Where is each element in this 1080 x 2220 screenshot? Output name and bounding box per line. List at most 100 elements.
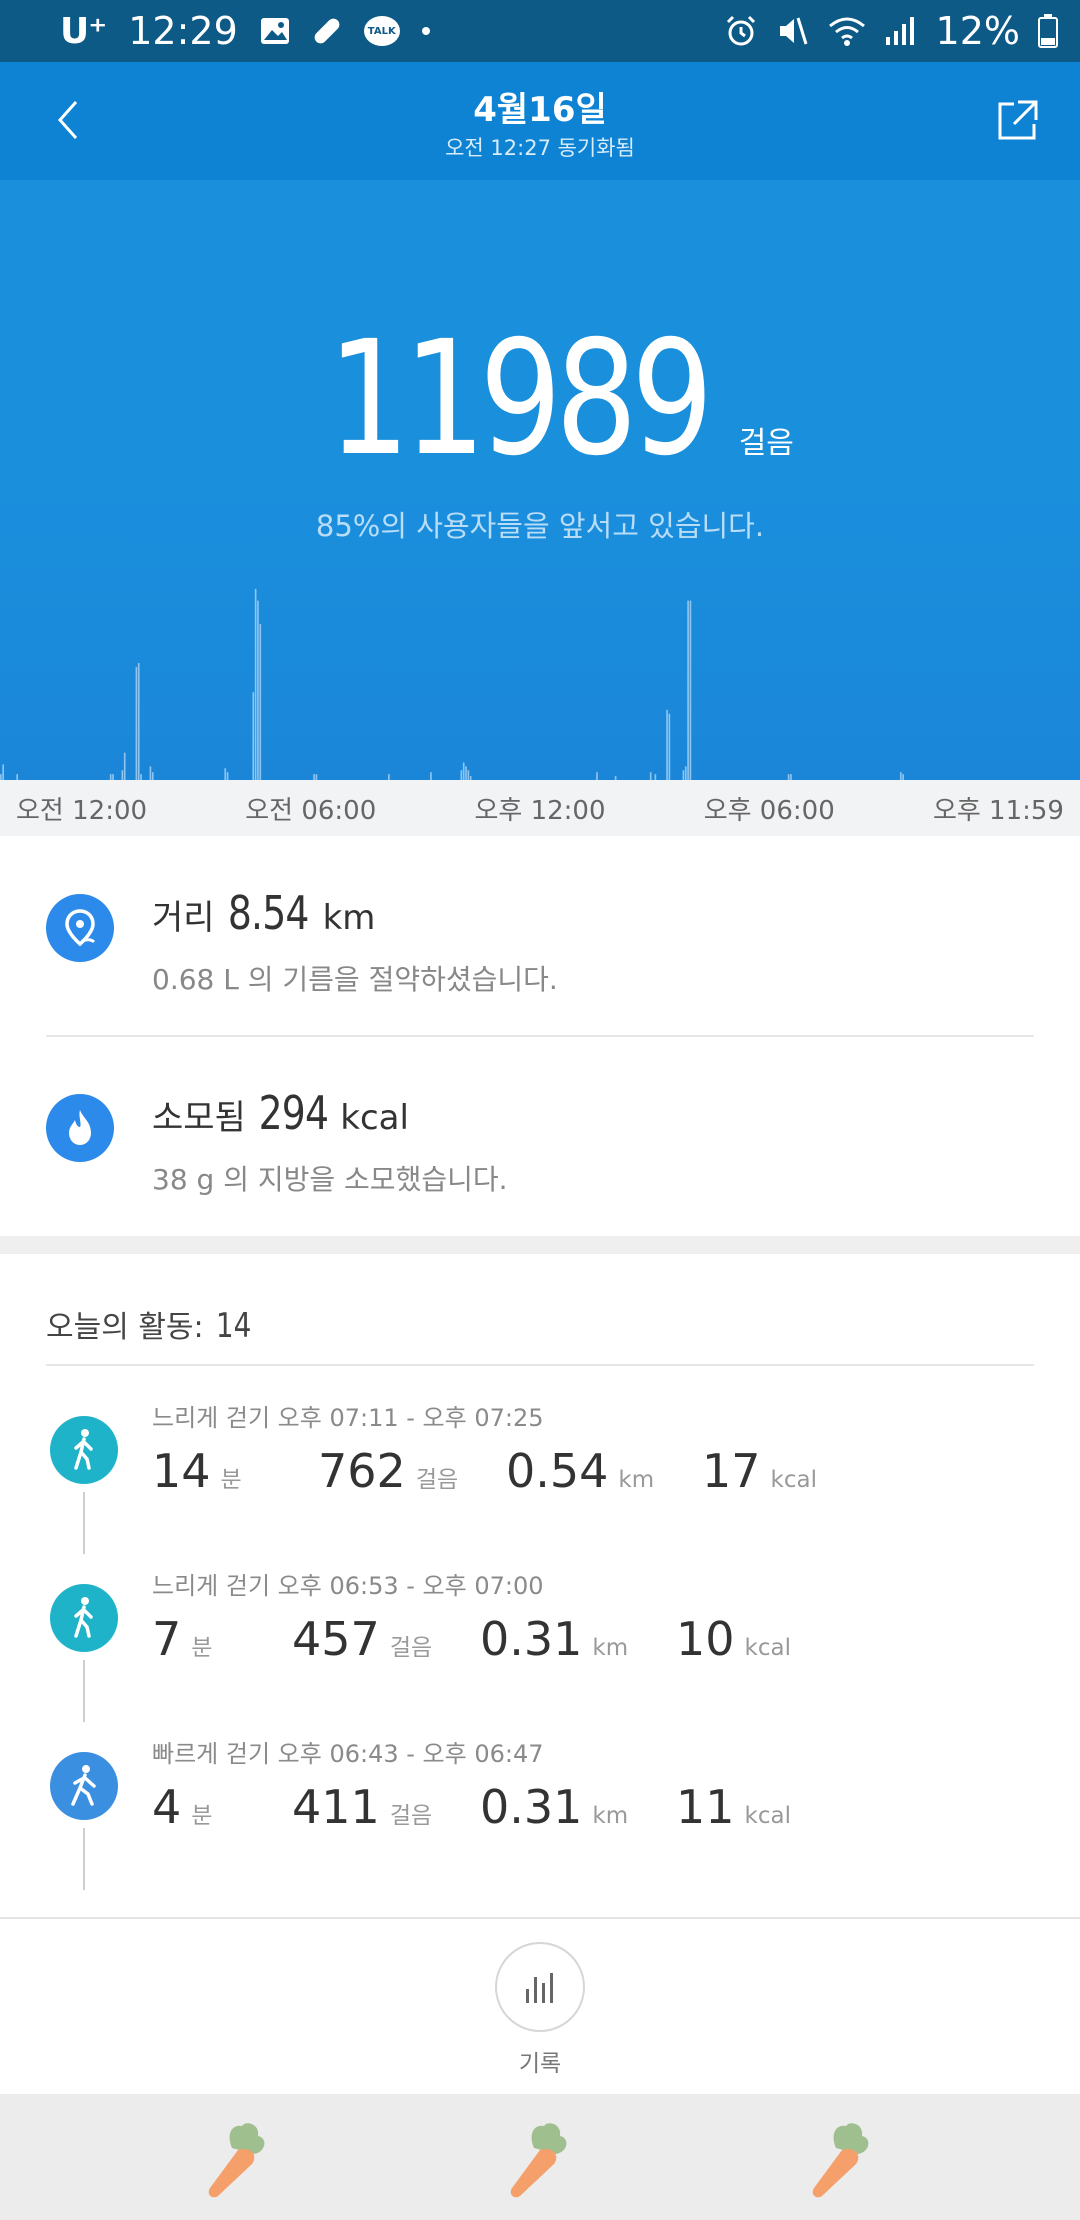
calories-label: 소모됨 <box>152 1098 246 1138</box>
share-button[interactable] <box>994 98 1040 144</box>
kcal-unit: kcal <box>744 1803 791 1829</box>
activity-distance: 0.31 <box>480 1612 583 1666</box>
step-bar <box>2 764 4 780</box>
activity-item[interactable]: 빠르게 걷기 오후 06:43 - 오후 06:47 4분 411 걸음 0.31… <box>0 1730 1080 1898</box>
activity-kcal: 10 <box>676 1612 735 1666</box>
step-bar <box>257 600 259 780</box>
talk-icon: TALK <box>363 16 400 46</box>
distance-number: 8.54 <box>228 886 310 940</box>
step-bar <box>135 666 138 780</box>
activity-distance: 0.31 <box>480 1780 583 1834</box>
calories-value: 소모됨 294 kcal <box>152 1086 409 1140</box>
activity-item[interactable]: 느리게 걷기 오후 07:11 - 오후 07:25 14 분 762 걸음 0.5… <box>0 1394 1080 1562</box>
fat-burned-text: 38 g 의 지방을 소모했습니다. <box>152 1163 508 1196</box>
activity-label: 느리게 걷기 오후 06:53 - 오후 07:00 <box>152 1572 544 1600</box>
distance-unit: km <box>592 1803 629 1829</box>
step-bar <box>462 762 465 780</box>
step-bar <box>596 772 598 780</box>
activity-minutes: 14 <box>152 1444 211 1498</box>
kcal-unit: kcal <box>744 1635 791 1661</box>
minutes-unit: 분 <box>220 1467 242 1493</box>
summary-card: 거리 8.54 km 0.68 L 의 기름을 절약하셨습니다. 소모됨 294… <box>0 836 1080 1236</box>
step-count-value: 11989 <box>327 307 714 491</box>
flame-icon <box>46 1094 114 1162</box>
time-axis: 오전 12:00 오전 06:00 오후 12:00 오후 06:00 오후 1… <box>0 780 1080 836</box>
activity-kcal: 11 <box>676 1780 735 1834</box>
record-button[interactable] <box>495 1942 585 2032</box>
step-bar <box>465 766 467 780</box>
gallery-icon <box>260 17 290 45</box>
step-bar <box>682 770 685 780</box>
step-bar <box>226 772 229 780</box>
steps-unit: 걸음 <box>389 1803 433 1829</box>
tick-label: 오후 12:00 <box>474 795 606 826</box>
divider <box>46 1364 1034 1366</box>
step-bar <box>224 768 227 780</box>
activity-item[interactable]: 느리게 걷기 오후 06:53 - 오후 07:00 7분 457 걸음 0.31… <box>0 1562 1080 1730</box>
step-count: 11989 걸음 <box>0 320 1080 478</box>
battery-icon <box>1038 14 1058 48</box>
calories-number: 294 <box>258 1086 328 1140</box>
step-bar <box>121 770 124 780</box>
activity-steps: 411 <box>292 1780 380 1834</box>
activity-label: 빠르게 걷기 오후 06:43 - 오후 06:47 <box>152 1740 544 1768</box>
step-bar <box>252 692 255 780</box>
carrot-icon[interactable] <box>202 2120 272 2200</box>
record-label: 기록 <box>518 2051 562 2077</box>
step-bar <box>254 588 257 780</box>
activity-steps: 762 <box>318 1444 406 1498</box>
step-bar <box>687 600 689 780</box>
carrot-icon[interactable] <box>504 2120 574 2200</box>
bar-chart-icon <box>526 1973 553 2003</box>
minutes-unit: 분 <box>191 1635 213 1661</box>
page-title: 4월16일 <box>473 90 607 130</box>
carrot-icon[interactable] <box>806 2120 876 2200</box>
timeline-connector <box>83 1492 85 1554</box>
step-bar <box>149 766 152 780</box>
bottom-nav <box>0 2094 1080 2220</box>
activity-distance: 0.54 <box>506 1444 609 1498</box>
timeline-connector <box>83 1660 85 1722</box>
carrier-label: U⁺ <box>60 10 107 52</box>
fast-walking-icon <box>50 1752 118 1820</box>
mute-icon <box>776 14 810 48</box>
tick-label: 오후 11:59 <box>932 795 1064 826</box>
distance-value: 거리 8.54 km <box>152 886 375 940</box>
calories-unit: kcal <box>340 1098 409 1138</box>
pill-icon <box>312 16 342 46</box>
distance-unit: km <box>592 1635 629 1661</box>
share-icon <box>998 100 1038 140</box>
minutes-unit: 분 <box>191 1803 213 1829</box>
sync-status: 오전 12:27 동기화됨 <box>445 136 635 160</box>
step-bar <box>668 713 671 780</box>
location-icon <box>46 894 114 962</box>
activity-minutes: 4 <box>152 1780 182 1834</box>
app-bar: 4월16일 오전 12:27 동기화됨 <box>0 62 1080 180</box>
step-bar <box>684 766 687 780</box>
distance-unit: km <box>322 898 376 938</box>
steps-unit: 걸음 <box>389 1635 433 1661</box>
tick-label: 오전 12:00 <box>16 795 148 826</box>
clock: 12:29 <box>128 9 238 53</box>
step-bar <box>123 752 126 780</box>
step-bar <box>430 772 432 780</box>
step-bar <box>649 772 652 780</box>
activities-header: 오늘의 활동: 14 <box>46 1302 255 1346</box>
distance-label: 거리 <box>152 898 215 938</box>
activity-steps: 457 <box>292 1612 380 1666</box>
walking-icon <box>50 1416 118 1484</box>
step-bar <box>460 770 463 780</box>
step-bar <box>259 624 262 780</box>
tick-label: 오후 06:00 <box>703 795 835 826</box>
calories-row: 소모됨 294 kcal 38 g 의 지방을 소모했습니다. <box>0 1036 1080 1236</box>
divider <box>0 1917 1080 1919</box>
step-bar <box>666 709 668 780</box>
rank-text: 85%의 사용자들을 앞서고 있습니다. <box>315 509 765 543</box>
activities-count: 14 <box>215 1306 252 1346</box>
step-bar <box>151 772 154 780</box>
signal-icon <box>884 15 918 47</box>
battery-percent: 12% <box>935 9 1020 53</box>
step-bar <box>137 663 140 780</box>
fuel-saved-text: 0.68 L 의 기름을 절약하셨습니다. <box>152 963 558 996</box>
distance-unit: km <box>618 1467 655 1493</box>
